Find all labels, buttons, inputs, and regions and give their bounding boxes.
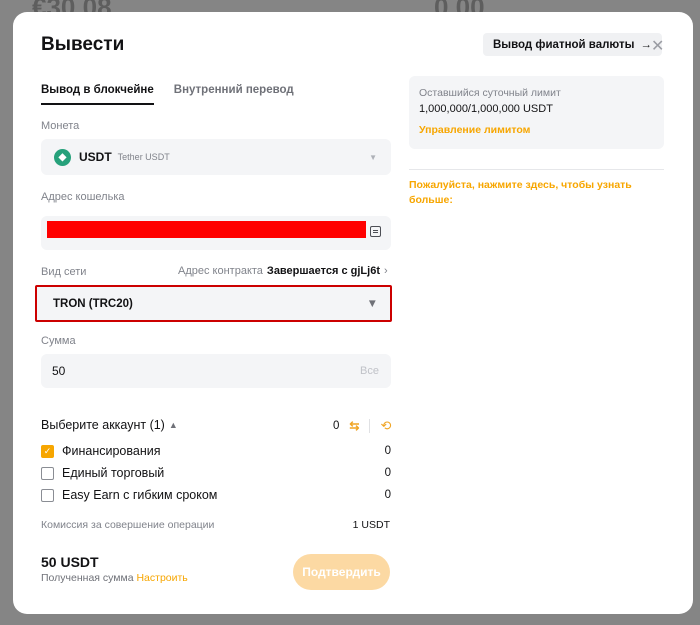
wallet-address-label: Адрес кошелька — [41, 191, 125, 203]
fiat-withdraw-button[interactable]: Вывод фиатной валюты → — [483, 33, 662, 56]
account-summary: 0 ⇆ ⟲ — [333, 418, 391, 434]
amount-label: Сумма — [41, 335, 76, 347]
modal-title: Вывести — [41, 34, 125, 55]
account-label: Единый торговый — [62, 466, 165, 480]
coin-fullname: Tether USDT — [117, 152, 170, 162]
confirm-button[interactable]: Подтвердить — [293, 554, 390, 590]
account-balance: 0 — [384, 467, 391, 479]
account-selector-title: Выберите аккаунт (1) — [41, 418, 165, 432]
section-divider — [409, 169, 664, 170]
fee-value: 1 USDT — [352, 519, 390, 531]
chevron-down-icon: ▼ — [369, 152, 377, 162]
refresh-icon[interactable]: ⟲ — [380, 418, 391, 434]
caret-up-icon: ▲ — [168, 420, 178, 430]
received-label: Полученная сумма — [41, 572, 134, 584]
network-select[interactable]: TRON (TRC20) ▼ — [35, 285, 392, 322]
fiat-withdraw-label: Вывод фиатной валюты — [493, 38, 635, 51]
account-row-unified[interactable]: Единый торговый 0 — [41, 466, 391, 480]
contract-address-label: Адрес контракта — [178, 265, 263, 277]
contract-address-link[interactable]: Адрес контракта Завершается с gjLj6t › — [178, 265, 388, 277]
account-selector-toggle[interactable]: Выберите аккаунт (1) ▲ — [41, 418, 178, 432]
account-row-easy-earn[interactable]: Easy Earn с гибким сроком 0 — [41, 488, 391, 502]
account-label: Финансирования — [62, 444, 161, 458]
account-balance: 0 — [384, 445, 391, 457]
max-amount-button[interactable]: Все — [360, 365, 379, 377]
manage-limit-link[interactable]: Управление лимитом — [419, 124, 654, 136]
checkbox-icon[interactable] — [41, 466, 54, 480]
redacted-address — [47, 221, 366, 238]
checkbox-checked-icon[interactable]: ✓ — [41, 444, 54, 458]
account-total: 0 — [333, 420, 340, 432]
settings-link[interactable]: Настроить — [136, 572, 187, 584]
daily-limit-label: Оставшийся суточный лимит — [419, 87, 561, 99]
amount-input[interactable]: 50 Все — [41, 354, 391, 388]
daily-limit-value: 1,000,000/1,000,000 USDT — [419, 103, 553, 115]
daily-limit-card: Оставшийся суточный лимит 1,000,000/1,00… — [409, 76, 664, 149]
divider — [369, 419, 371, 433]
learn-more-link[interactable]: Пожалуйста, нажмите здесь, чтобы узнать … — [409, 178, 649, 207]
fee-label: Комиссия за совершение операции — [41, 519, 215, 531]
chevron-down-icon: ▼ — [366, 297, 378, 310]
coin-select[interactable]: ◆ USDT Tether USDT ▼ — [41, 139, 391, 175]
tab-blockchain[interactable]: Вывод в блокчейне — [41, 84, 154, 105]
coin-label: Монета — [41, 120, 80, 132]
received-amount-row: Полученная сумма Настроить — [41, 572, 188, 584]
total-amount: 50 USDT — [41, 554, 99, 570]
tab-internal-transfer[interactable]: Внутренний перевод — [174, 84, 294, 105]
tether-icon: ◆ — [54, 148, 71, 166]
account-row-funding[interactable]: ✓ Финансирования 0 — [41, 444, 391, 458]
coin-symbol: USDT — [79, 150, 112, 164]
close-icon[interactable]: ✕ — [651, 36, 664, 56]
withdraw-tabs: Вывод в блокчейне Внутренний перевод — [41, 84, 294, 105]
network-label: Вид сети — [41, 266, 87, 278]
address-book-icon[interactable] — [370, 226, 381, 237]
amount-value: 50 — [52, 364, 66, 378]
chevron-right-icon: › — [383, 265, 388, 277]
network-selected-value: TRON (TRC20) — [53, 297, 133, 310]
wallet-address-input[interactable] — [41, 216, 391, 250]
account-balance: 0 — [384, 489, 391, 501]
transfer-icon[interactable]: ⇆ — [349, 419, 359, 433]
checkbox-icon[interactable] — [41, 488, 54, 502]
withdraw-modal: Вывести Вывод фиатной валюты → ✕ Вывод в… — [13, 12, 693, 614]
account-label: Easy Earn с гибким сроком — [62, 488, 218, 502]
contract-address-value: Завершается с gjLj6t — [266, 265, 380, 277]
